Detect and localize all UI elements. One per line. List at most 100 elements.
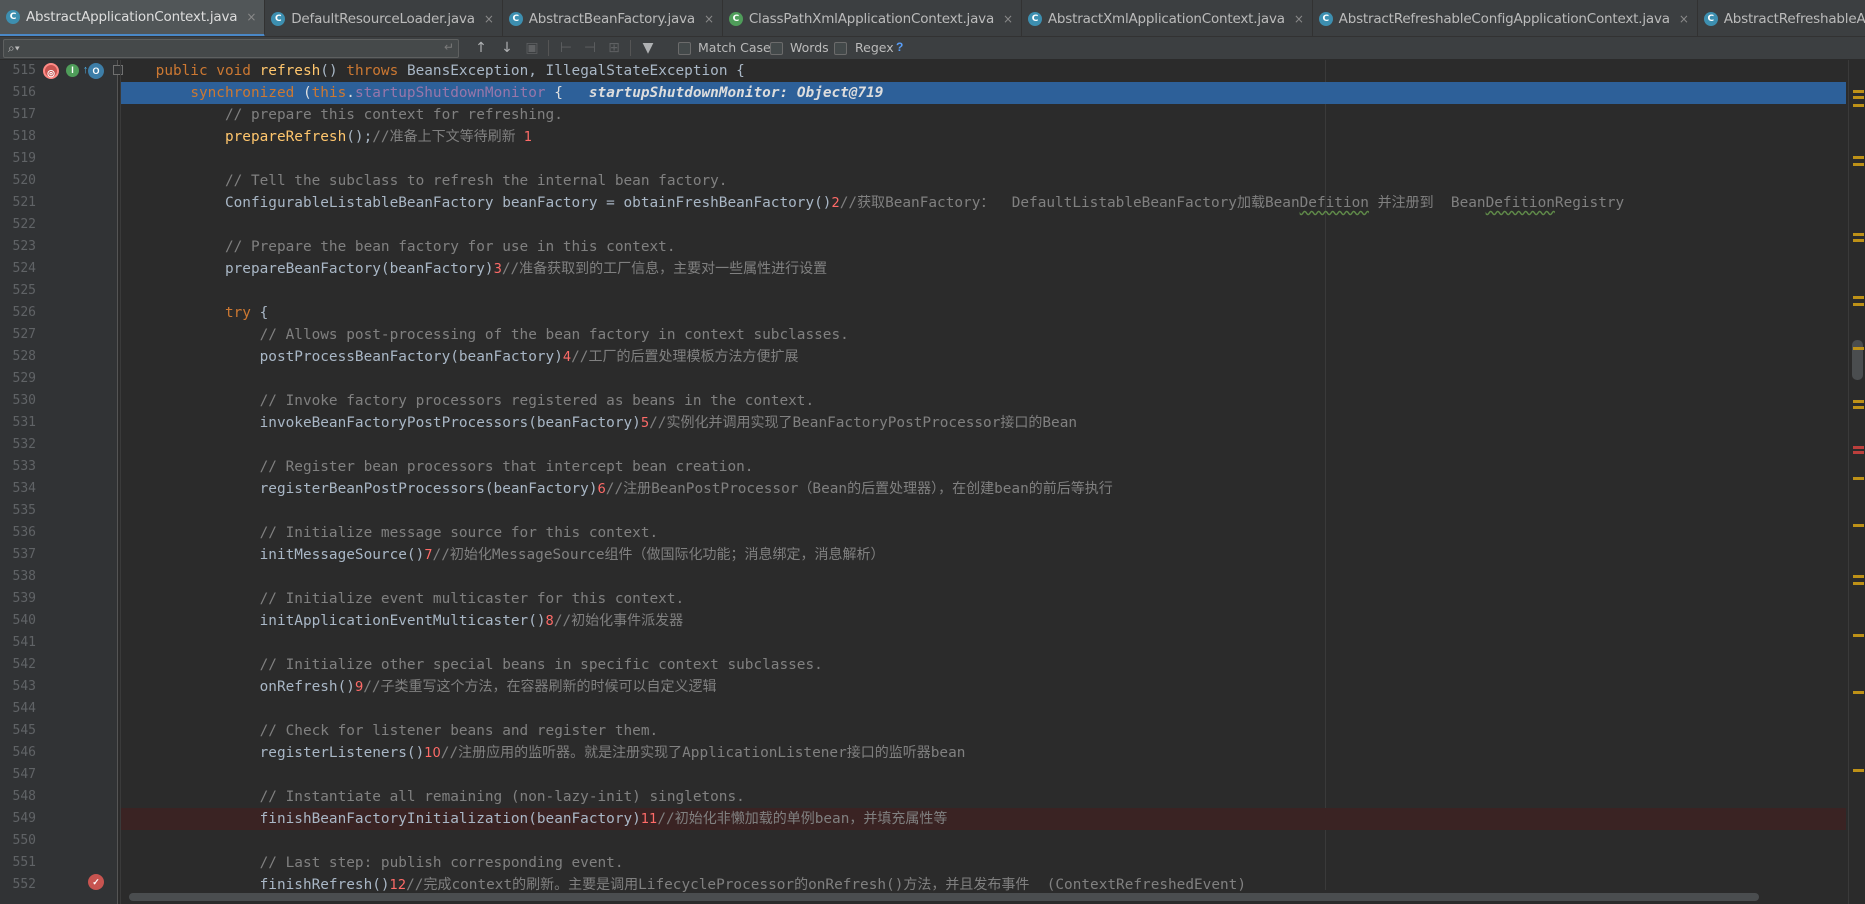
code-line[interactable] (121, 368, 1846, 390)
close-icon[interactable]: × (1679, 12, 1689, 26)
scroll-marker[interactable] (1853, 691, 1864, 695)
scroll-marker[interactable] (1853, 346, 1864, 350)
words-label[interactable]: Words (790, 40, 829, 55)
close-icon[interactable]: × (484, 12, 494, 26)
code-line[interactable]: // Initialize event multicaster for this… (121, 588, 1846, 610)
scroll-marker[interactable] (1853, 103, 1864, 107)
code-line[interactable] (121, 214, 1846, 236)
code-line[interactable]: ConfigurableListableBeanFactory beanFact… (121, 192, 1846, 214)
code-line[interactable]: // Check for listener beans and register… (121, 720, 1846, 742)
tab-1[interactable]: C DefaultResourceLoader.java × (265, 0, 503, 36)
code-line[interactable]: // Tell the subclass to refresh the inte… (121, 170, 1846, 192)
scroll-marker[interactable] (1853, 400, 1864, 404)
code-line[interactable]: registerListeners()10//注册应用的监听器。就是注册实现了A… (121, 742, 1846, 764)
code-line[interactable]: // Allows post-processing of the bean fa… (121, 324, 1846, 346)
scroll-marker[interactable] (1853, 450, 1864, 454)
code-line[interactable]: onRefresh()9//子类重写这个方法，在容器刷新的时候可以自定义逻辑 (121, 676, 1846, 698)
close-icon[interactable]: × (1294, 12, 1304, 26)
code-line[interactable]: // Last step: publish corresponding even… (121, 852, 1846, 874)
code-line[interactable] (121, 566, 1846, 588)
filter-icon[interactable]: ▼ (638, 39, 658, 58)
add-occurrence-icon[interactable]: ⊢ (556, 39, 576, 58)
code-line[interactable]: public void refresh() throws BeansExcept… (121, 60, 1846, 82)
breakpoint-line[interactable]: finishBeanFactoryInitialization(beanFact… (121, 808, 1846, 830)
tab-label: AbstractRefreshableConfigApplicationCont… (1338, 10, 1670, 27)
scroll-marker[interactable] (1853, 296, 1864, 300)
code-line[interactable]: // Instantiate all remaining (non-lazy-i… (121, 786, 1846, 808)
tab-label: ClassPathXmlApplicationContext.java (748, 10, 995, 27)
vertical-scrollbar[interactable] (1848, 60, 1865, 904)
tab-0[interactable]: C AbstractApplicationContext.java × (0, 0, 266, 36)
code-line[interactable]: // Invoke factory processors registered … (121, 390, 1846, 412)
match-case-checkbox[interactable] (678, 42, 691, 55)
code-line[interactable]: registerBeanPostProcessors(beanFactory)6… (121, 478, 1846, 500)
select-all-occurrences-icon[interactable]: ⊞ (604, 39, 624, 58)
overridden-marker-icon[interactable]: O (88, 63, 104, 79)
match-case-label[interactable]: Match Case (698, 40, 771, 55)
scroll-marker[interactable] (1853, 476, 1864, 480)
search-icon[interactable]: ⌕▾ (8, 41, 20, 56)
next-occurrence-icon[interactable]: ↓ (497, 39, 517, 58)
tab-6[interactable]: C AbstractRefreshableApplicationContext.j… (1698, 0, 1865, 36)
code-line[interactable] (121, 500, 1846, 522)
code-line[interactable]: // Prepare the bean factory for use in t… (121, 236, 1846, 258)
code-line[interactable]: initMessageSource()7//初始化MessageSource组件… (121, 544, 1846, 566)
code-line[interactable]: prepareBeanFactory(beanFactory)3//准备获取到的… (121, 258, 1846, 280)
scroll-marker[interactable] (1853, 89, 1864, 93)
search-box[interactable]: ⌕▾ ↵ (3, 39, 459, 58)
close-icon[interactable]: × (1003, 12, 1013, 26)
code-line[interactable]: // Initialize other special beans in spe… (121, 654, 1846, 676)
override-marker-icon[interactable]: ◎ (43, 63, 59, 79)
scroll-marker[interactable] (1853, 633, 1864, 637)
code-line[interactable]: invokeBeanFactoryPostProcessors(beanFact… (121, 412, 1846, 434)
code-line[interactable] (121, 698, 1846, 720)
tab-2[interactable]: C AbstractBeanFactory.java × (503, 0, 723, 36)
scroll-marker[interactable] (1853, 445, 1864, 449)
regex-checkbox[interactable] (834, 42, 847, 55)
execution-line[interactable]: synchronized (this.startupShutdownMonito… (121, 82, 1846, 104)
scroll-marker[interactable] (1853, 768, 1864, 772)
tab-4[interactable]: C AbstractXmlApplicationContext.java × (1022, 0, 1313, 36)
code-line[interactable] (121, 764, 1846, 786)
code-line[interactable] (121, 830, 1846, 852)
code-line[interactable]: finishRefresh()12//完成context的刷新。主要是调用Lif… (121, 874, 1846, 896)
scroll-marker[interactable] (1853, 162, 1864, 166)
scroll-marker[interactable] (1853, 581, 1864, 585)
remove-occurrence-icon[interactable]: ⊣ (580, 39, 600, 58)
line-number: 535 (12, 503, 36, 518)
code-line[interactable]: initApplicationEventMulticaster()8//初始化事… (121, 610, 1846, 632)
tab-3[interactable]: C ClassPathXmlApplicationContext.java × (723, 0, 1022, 36)
previous-occurrence-icon[interactable]: ↑ (471, 39, 491, 58)
line-number: 532 (12, 437, 36, 452)
scroll-marker[interactable] (1853, 303, 1864, 307)
scroll-marker[interactable] (1853, 233, 1864, 237)
code-line[interactable]: postProcessBeanFactory(beanFactory)4//工厂… (121, 346, 1846, 368)
implement-marker-icon[interactable]: I (66, 64, 79, 77)
close-icon[interactable]: × (704, 12, 714, 26)
line-number: 546 (12, 745, 36, 760)
breakpoint-icon[interactable]: ✓ (88, 874, 104, 890)
code-line[interactable]: try { (121, 302, 1846, 324)
scroll-marker[interactable] (1853, 238, 1864, 242)
code-token: LifecycleProcessor (638, 877, 795, 893)
scroll-marker[interactable] (1853, 524, 1864, 528)
code-line[interactable]: // prepare this context for refreshing. (121, 104, 1846, 126)
regex-label[interactable]: Regex (855, 40, 894, 55)
scroll-marker[interactable] (1853, 406, 1864, 410)
words-checkbox[interactable] (770, 42, 783, 55)
code-line[interactable]: // Initialize message source for this co… (121, 522, 1846, 544)
scroll-marker[interactable] (1853, 96, 1864, 100)
scroll-marker[interactable] (1853, 574, 1864, 578)
scroll-marker[interactable] (1853, 156, 1864, 160)
regex-help-link[interactable]: ? (896, 40, 903, 54)
find-in-path-icon[interactable]: ▣ (522, 39, 542, 58)
code-line[interactable]: prepareRefresh();//准备上下文等待刷新 1 (121, 126, 1846, 148)
code-line[interactable]: // Register bean processors that interce… (121, 456, 1846, 478)
code-line[interactable] (121, 280, 1846, 302)
code-line[interactable] (121, 434, 1846, 456)
search-input[interactable] (30, 41, 430, 56)
close-icon[interactable]: × (246, 10, 256, 24)
code-line[interactable] (121, 148, 1846, 170)
tab-5[interactable]: C AbstractRefreshableConfigApplicationCon… (1313, 0, 1698, 36)
code-line[interactable] (121, 632, 1846, 654)
